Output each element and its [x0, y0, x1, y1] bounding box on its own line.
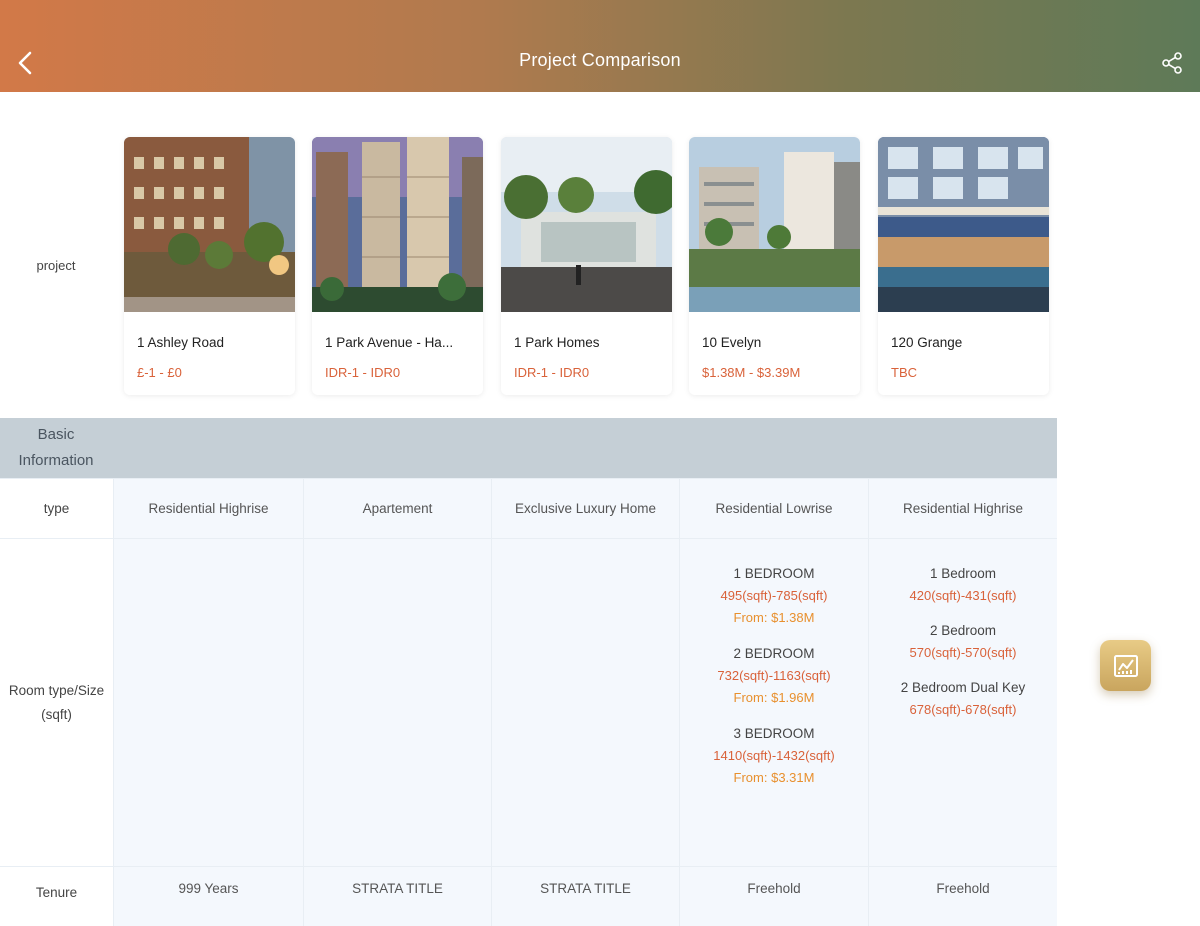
chart-icon: [1113, 654, 1138, 677]
room-size: 495(sqft)-785(sqft): [720, 588, 828, 603]
project-price: IDR-1 - IDR0: [514, 365, 590, 380]
table-cell: Residential Highrise: [868, 479, 1057, 538]
table-cell: Apartement: [303, 479, 491, 538]
project-card[interactable]: 1 Park Avenue - Ha... IDR-1 - IDR0: [312, 137, 483, 395]
project-name: 1 Park Homes: [514, 335, 600, 350]
table-cell: Freehold: [679, 867, 868, 926]
table-cell: 999 Years: [113, 867, 303, 926]
project-price: $1.38M - $3.39M: [702, 365, 801, 380]
project-name: 120 Grange: [891, 335, 963, 350]
room-group: 2 Bedroom 570(sqft)-570(sqft): [869, 620, 1057, 664]
room-list: 1 Bedroom 420(sqft)-431(sqft) 2 Bedroom …: [869, 539, 1057, 735]
table-row-type: type Residential Highrise Apartement Exc…: [0, 478, 1057, 538]
project-name: 10 Evelyn: [702, 335, 762, 350]
section-header: Basic Information: [0, 418, 1057, 478]
room-size: 570(sqft)-570(sqft): [909, 645, 1017, 660]
project-card[interactable]: 1 Ashley Road £-1 - £0: [124, 137, 295, 395]
table-cell: STRATA TITLE: [491, 867, 679, 926]
table-cell: 1 BEDROOM 495(sqft)-785(sqft) From: $1.3…: [679, 539, 868, 866]
project-name: 1 Park Avenue - Ha...: [325, 335, 454, 350]
room-price: From: $1.96M: [733, 690, 815, 705]
project-row-label: project: [36, 258, 76, 273]
compare-chart-button[interactable]: [1100, 640, 1151, 691]
room-type: 1 BEDROOM: [733, 566, 815, 581]
row-label: type: [0, 479, 113, 538]
room-group: 2 BEDROOM 732(sqft)-1163(sqft) From: $1.…: [680, 643, 868, 709]
room-type: 2 BEDROOM: [733, 646, 815, 661]
app-header: Project Comparison: [0, 0, 1200, 92]
table-cell: [113, 539, 303, 866]
room-size: 732(sqft)-1163(sqft): [717, 668, 831, 683]
table-cell: Residential Highrise: [113, 479, 303, 538]
room-size: 678(sqft)-678(sqft): [909, 702, 1017, 717]
table-cell: Exclusive Luxury Home: [491, 479, 679, 538]
project-image: [689, 137, 860, 312]
room-size: 420(sqft)-431(sqft): [909, 588, 1017, 603]
table-cell: Freehold: [868, 867, 1057, 926]
project-image: [501, 137, 672, 312]
share-icon: [1162, 52, 1182, 74]
room-type: 2 Bedroom Dual Key: [900, 680, 1026, 695]
page-title: Project Comparison: [519, 50, 681, 70]
room-price: From: $3.31M: [733, 770, 815, 785]
table-row-tenure: Tenure 999 Years STRATA TITLE STRATA TIT…: [0, 866, 1057, 926]
project-image: [312, 137, 483, 312]
room-group: 3 BEDROOM 1410(sqft)-1432(sqft) From: $3…: [680, 723, 868, 789]
project-price: TBC: [891, 365, 917, 380]
table-cell: [303, 539, 491, 866]
table-cell: [491, 539, 679, 866]
table-cell: STRATA TITLE: [303, 867, 491, 926]
room-group: 1 BEDROOM 495(sqft)-785(sqft) From: $1.3…: [680, 563, 868, 629]
table-cell: Residential Lowrise: [679, 479, 868, 538]
room-size: 1410(sqft)-1432(sqft): [713, 748, 835, 763]
room-group: 1 Bedroom 420(sqft)-431(sqft): [869, 563, 1057, 607]
project-card[interactable]: 120 Grange TBC: [878, 137, 1049, 395]
room-list: 1 BEDROOM 495(sqft)-785(sqft) From: $1.3…: [680, 539, 868, 803]
project-image: [878, 137, 1049, 312]
project-card[interactable]: 1 Park Homes IDR-1 - IDR0: [501, 137, 672, 395]
project-image: [124, 137, 295, 312]
project-price: £-1 - £0: [137, 365, 182, 380]
project-card[interactable]: 10 Evelyn $1.38M - $3.39M: [689, 137, 860, 395]
row-label: Room type/Size (sqft): [0, 539, 113, 866]
room-type: 1 Bedroom: [929, 566, 997, 581]
project-name: 1 Ashley Road: [137, 335, 225, 350]
table-cell: 1 Bedroom 420(sqft)-431(sqft) 2 Bedroom …: [868, 539, 1057, 866]
room-type: 3 BEDROOM: [733, 726, 815, 741]
room-type: 2 Bedroom: [929, 623, 997, 638]
room-group: 2 Bedroom Dual Key 678(sqft)-678(sqft): [869, 677, 1057, 721]
room-price: From: $1.38M: [733, 610, 815, 625]
section-label: Basic Information: [18, 426, 94, 469]
share-button[interactable]: [1160, 51, 1184, 75]
table-row-room: Room type/Size (sqft) 1 BEDROOM 495(sqft…: [0, 538, 1057, 866]
row-label: Tenure: [0, 867, 113, 926]
project-price: IDR-1 - IDR0: [325, 365, 401, 380]
